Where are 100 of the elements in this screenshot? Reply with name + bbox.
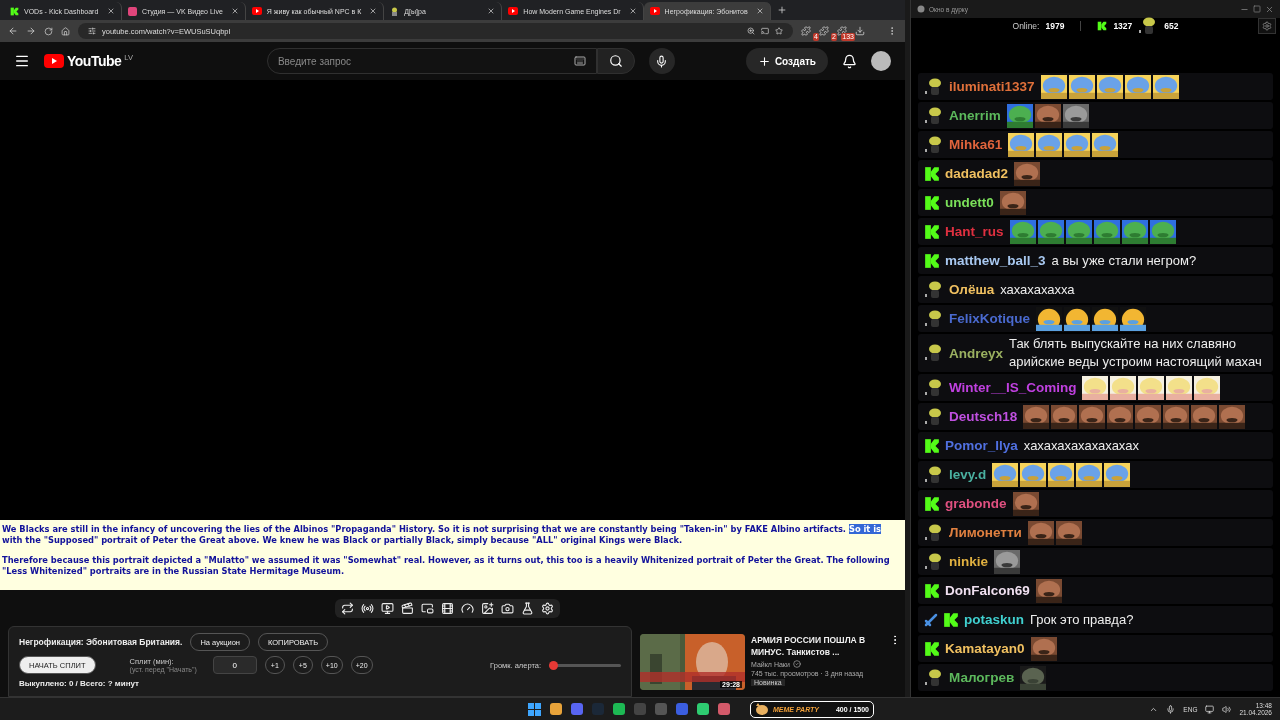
site-settings-icon xyxy=(88,27,96,35)
kick-count: 1327 xyxy=(1113,21,1133,31)
mic-icon[interactable] xyxy=(1166,704,1176,714)
search-icon xyxy=(608,54,623,68)
logo-icon xyxy=(924,437,940,454)
image-plus-icon[interactable] xyxy=(481,601,494,615)
username: undett0 xyxy=(945,195,994,210)
keyboard-icon[interactable] xyxy=(573,55,586,67)
new-tab-icon[interactable] xyxy=(776,5,787,15)
app-icon[interactable] xyxy=(571,703,583,715)
notifications-icon[interactable] xyxy=(842,53,857,69)
username: Deutsch18 xyxy=(949,409,1018,424)
extension-icon[interactable] xyxy=(819,26,829,36)
username: iluminati1337 xyxy=(949,79,1035,94)
flask-icon[interactable] xyxy=(521,601,534,615)
cast-icon[interactable] xyxy=(761,27,769,35)
figure-icon xyxy=(924,406,944,427)
sword-icon xyxy=(924,612,938,627)
avatar[interactable] xyxy=(871,51,891,71)
repeat-icon[interactable] xyxy=(341,601,354,615)
gauge-icon[interactable] xyxy=(461,601,474,615)
logo-icon xyxy=(10,6,19,16)
camera-icon[interactable] xyxy=(501,601,514,615)
figure-count: 652 xyxy=(1164,21,1179,31)
logo-text: YouTube xyxy=(67,53,122,69)
message-text: хахахахахахахахах xyxy=(1023,436,1140,455)
clapperboard-icon[interactable] xyxy=(401,601,414,615)
mic-button[interactable] xyxy=(648,48,675,74)
video-title[interactable]: АРМИЯ РОССИИ ПОШЛА В МИНУС. Танкистов ... xyxy=(751,634,871,658)
logo-icon xyxy=(924,252,940,269)
figure-icon xyxy=(390,6,400,16)
search-field[interactable]: Введите запрос xyxy=(277,50,574,72)
figure-icon xyxy=(924,343,944,363)
monitor-icon[interactable] xyxy=(381,601,394,615)
username: Kamatayan0 xyxy=(945,641,1025,656)
username: DonFalcon69 xyxy=(945,583,1030,598)
message-text: Так блять выпускайте на них славяно арийские веды устроим настоящий махач xyxy=(1009,335,1263,371)
logo-icon xyxy=(1097,21,1108,31)
username: grabonde xyxy=(945,496,1007,511)
film-icon[interactable] xyxy=(441,601,454,615)
username: Andreyx xyxy=(949,345,1004,361)
plus-icon xyxy=(757,54,771,68)
back-icon[interactable] xyxy=(8,26,18,36)
volume-slider[interactable] xyxy=(549,663,621,667)
extension-icon[interactable] xyxy=(801,26,811,36)
home-icon[interactable] xyxy=(61,26,70,36)
figure-icon xyxy=(924,551,944,572)
figure-icon xyxy=(924,377,944,398)
settings-icon[interactable] xyxy=(541,601,554,615)
app-icon[interactable] xyxy=(613,703,625,715)
figure-icon xyxy=(924,464,944,485)
app-icon[interactable] xyxy=(550,703,562,715)
close-icon xyxy=(230,7,239,15)
app-icon[interactable] xyxy=(718,703,730,715)
logo-icon xyxy=(924,640,940,657)
figure-icon xyxy=(924,522,944,543)
zoom-icon[interactable] xyxy=(747,27,755,35)
message-text: Грок это правда? xyxy=(1030,610,1135,629)
username: levy.d xyxy=(949,467,987,482)
mic-icon xyxy=(655,54,669,68)
figure-icon xyxy=(924,134,944,155)
forward-icon[interactable] xyxy=(26,26,36,36)
settings-icon xyxy=(1262,21,1272,31)
figure-icon xyxy=(924,76,944,97)
menu-icon[interactable] xyxy=(14,53,30,69)
close-icon xyxy=(107,7,115,15)
broadcast-icon[interactable] xyxy=(361,601,374,615)
username: Малогрев xyxy=(949,670,1015,685)
figure-icon xyxy=(924,105,944,126)
app-icon[interactable] xyxy=(676,703,688,715)
logo-icon xyxy=(924,582,940,599)
create-button[interactable]: Создать xyxy=(745,48,828,74)
online-count: 1979 xyxy=(1045,21,1065,31)
username: matthew_ball_3 xyxy=(945,253,1046,268)
start-icon[interactable] xyxy=(528,702,541,716)
logo-icon xyxy=(943,611,959,628)
close-icon xyxy=(628,7,637,15)
app-icon[interactable] xyxy=(697,703,709,715)
download-icon[interactable] xyxy=(855,26,865,36)
volume-icon[interactable] xyxy=(1222,704,1232,714)
bookmark-icon[interactable] xyxy=(775,27,783,35)
reload-icon[interactable] xyxy=(44,26,53,36)
search-button[interactable] xyxy=(596,48,635,74)
close-icon xyxy=(369,7,378,15)
slider-thumb[interactable] xyxy=(548,660,558,670)
split-input[interactable]: 0 xyxy=(212,656,257,674)
username: FelixKotique xyxy=(949,311,1030,326)
picture-in-picture-icon[interactable] xyxy=(421,601,434,615)
paragraph: Therefore because this portrait depicted a "Mulatto" we assumed it was "Somewhat" real. However, as it turns out, this too is a heavily Whitenized portrait of Peter the Great. The following "Less Whitenized" portraits are in the Russian State Hermitage Museum. xyxy=(2,555,891,577)
username: ninkie xyxy=(949,554,988,569)
close-icon xyxy=(487,7,496,15)
play-icon xyxy=(649,7,660,15)
settings-button[interactable] xyxy=(1258,18,1276,34)
search-box[interactable]: Введите запрос xyxy=(266,48,597,74)
display-icon[interactable] xyxy=(1205,704,1215,714)
username: Лимонетти xyxy=(949,525,1022,540)
extension-icon[interactable] xyxy=(837,26,847,36)
username: Mihka61 xyxy=(949,137,1003,152)
close-icon[interactable] xyxy=(1265,4,1274,14)
paragraph: We Blacks are still in the infancy of uncovering the lies of the Albinos "Propaganda" History. So it is not surprising that we are constantly being "Taken-in" by FAKE Albino artifacts. So it is with the "Supposed" portrait of Peter the Great above. We knew he was Black or partially Black, simply because "ALL" original Kings were Black. xyxy=(2,524,882,546)
